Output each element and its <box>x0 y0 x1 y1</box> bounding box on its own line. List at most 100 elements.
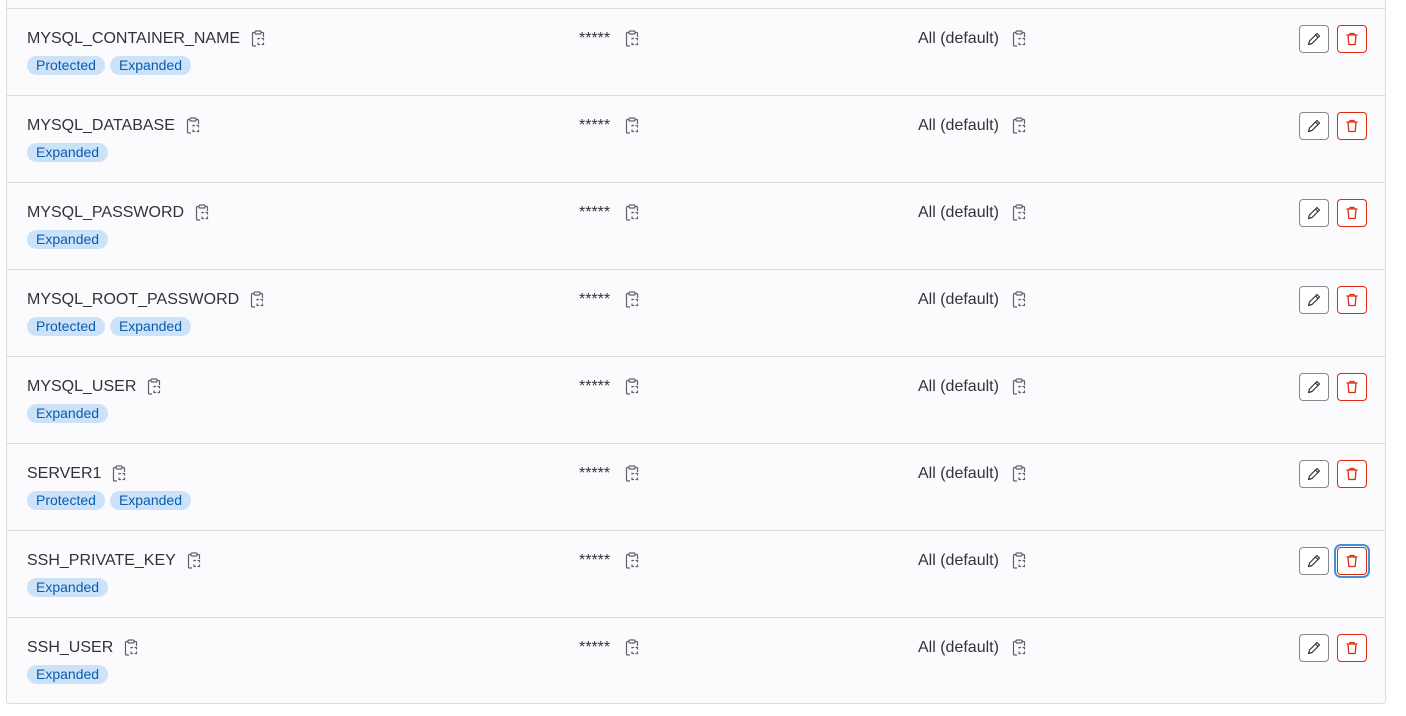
variable-actions <box>1299 199 1367 227</box>
badge-expanded: Expanded <box>27 665 109 684</box>
copy-environment-icon[interactable] <box>1009 464 1029 484</box>
variable-key: MYSQL_PASSWORD <box>27 204 185 221</box>
copy-environment-icon[interactable] <box>1009 377 1029 397</box>
copy-value-icon[interactable] <box>622 551 642 571</box>
variable-environment-cell: All (default) <box>918 377 1029 397</box>
edit-variable-button[interactable] <box>1299 634 1329 662</box>
copy-key-icon[interactable] <box>247 290 267 310</box>
copy-key-icon[interactable] <box>121 638 141 658</box>
variable-key: SSH_USER <box>27 639 114 656</box>
variable-badges: Expanded <box>27 665 109 684</box>
copy-environment-icon[interactable] <box>1009 638 1029 658</box>
pencil-icon <box>1306 205 1322 221</box>
delete-variable-button[interactable] <box>1337 547 1367 575</box>
pencil-icon <box>1306 31 1322 47</box>
variable-key: SERVER1 <box>27 465 102 482</box>
copy-value-icon[interactable] <box>622 377 642 397</box>
variable-environment-cell: All (default) <box>918 638 1029 658</box>
variable-badges: Expanded <box>27 230 109 249</box>
trash-icon <box>1344 553 1360 569</box>
badge-expanded: Expanded <box>109 56 191 75</box>
copy-value-icon[interactable] <box>622 638 642 658</box>
variable-environment: All (default) <box>918 465 999 482</box>
variable-key-cell: SSH_USER <box>27 638 141 658</box>
edit-variable-button[interactable] <box>1299 373 1329 401</box>
pencil-icon <box>1306 292 1322 308</box>
badge-expanded: Expanded <box>27 143 109 162</box>
variable-actions <box>1299 547 1367 575</box>
variable-value-masked: ***** <box>579 117 611 134</box>
pencil-icon <box>1306 379 1322 395</box>
variable-environment: All (default) <box>918 378 999 395</box>
variable-row: SSH_PRIVATE_KEY Expanded ***** All (default… <box>7 530 1385 617</box>
variable-environment: All (default) <box>918 117 999 134</box>
copy-key-icon[interactable] <box>144 377 164 397</box>
trash-icon <box>1344 379 1360 395</box>
delete-variable-button[interactable] <box>1337 286 1367 314</box>
copy-environment-icon[interactable] <box>1009 203 1029 223</box>
edit-variable-button[interactable] <box>1299 460 1329 488</box>
variable-key: MYSQL_DATABASE <box>27 117 175 134</box>
copy-value-icon[interactable] <box>622 203 642 223</box>
variable-value-cell: ***** <box>579 551 642 571</box>
variable-environment: All (default) <box>918 204 999 221</box>
copy-key-icon[interactable] <box>183 116 203 136</box>
variable-key: MYSQL_ROOT_PASSWORD <box>27 291 240 308</box>
copy-key-icon[interactable] <box>184 551 204 571</box>
edit-variable-button[interactable] <box>1299 286 1329 314</box>
copy-key-icon[interactable] <box>109 464 129 484</box>
badge-expanded: Expanded <box>27 404 109 423</box>
copy-environment-icon[interactable] <box>1009 551 1029 571</box>
variable-row: MYSQL_CONTAINER_NAME Protected Expanded ***… <box>7 8 1385 95</box>
badge-expanded: Expanded <box>109 317 191 336</box>
delete-variable-button[interactable] <box>1337 25 1367 53</box>
copy-value-icon[interactable] <box>622 29 642 49</box>
edit-variable-button[interactable] <box>1299 547 1329 575</box>
edit-variable-button[interactable] <box>1299 112 1329 140</box>
copy-environment-icon[interactable] <box>1009 29 1029 49</box>
variable-environment-cell: All (default) <box>918 29 1029 49</box>
badge-protected: Protected <box>27 317 105 336</box>
variable-key-cell: MYSQL_CONTAINER_NAME <box>27 29 268 49</box>
variable-badges: Protected Expanded <box>27 56 191 75</box>
copy-key-icon[interactable] <box>192 203 212 223</box>
trash-icon <box>1344 31 1360 47</box>
variable-environment: All (default) <box>918 291 999 308</box>
variable-row: SSH_USER Expanded ***** All (default) <box>7 617 1385 704</box>
variable-value-masked: ***** <box>579 291 611 308</box>
copy-value-icon[interactable] <box>622 116 642 136</box>
variable-value-masked: ***** <box>579 30 611 47</box>
variable-key: MYSQL_CONTAINER_NAME <box>27 30 241 47</box>
variable-environment-cell: All (default) <box>918 116 1029 136</box>
delete-variable-button[interactable] <box>1337 199 1367 227</box>
delete-variable-button[interactable] <box>1337 112 1367 140</box>
copy-value-icon[interactable] <box>622 290 642 310</box>
delete-variable-button[interactable] <box>1337 634 1367 662</box>
variable-key-cell: SERVER1 <box>27 464 129 484</box>
pencil-icon <box>1306 118 1322 134</box>
edit-variable-button[interactable] <box>1299 199 1329 227</box>
variable-value-masked: ***** <box>579 204 611 221</box>
copy-environment-icon[interactable] <box>1009 290 1029 310</box>
variable-badges: Expanded <box>27 404 109 423</box>
variable-key: SSH_PRIVATE_KEY <box>27 552 176 569</box>
variable-environment: All (default) <box>918 30 999 47</box>
badge-protected: Protected <box>27 491 105 510</box>
variable-actions <box>1299 112 1367 140</box>
variable-value-cell: ***** <box>579 29 642 49</box>
variable-environment-cell: All (default) <box>918 203 1029 223</box>
copy-environment-icon[interactable] <box>1009 116 1029 136</box>
variable-actions <box>1299 373 1367 401</box>
delete-variable-button[interactable] <box>1337 373 1367 401</box>
delete-variable-button[interactable] <box>1337 460 1367 488</box>
variable-value-cell: ***** <box>579 638 642 658</box>
edit-variable-button[interactable] <box>1299 25 1329 53</box>
copy-value-icon[interactable] <box>622 464 642 484</box>
copy-key-icon[interactable] <box>248 29 268 49</box>
badge-protected: Protected <box>27 56 105 75</box>
pencil-icon <box>1306 466 1322 482</box>
trash-icon <box>1344 640 1360 656</box>
variable-value-cell: ***** <box>579 464 642 484</box>
variable-value-cell: ***** <box>579 377 642 397</box>
trash-icon <box>1344 466 1360 482</box>
